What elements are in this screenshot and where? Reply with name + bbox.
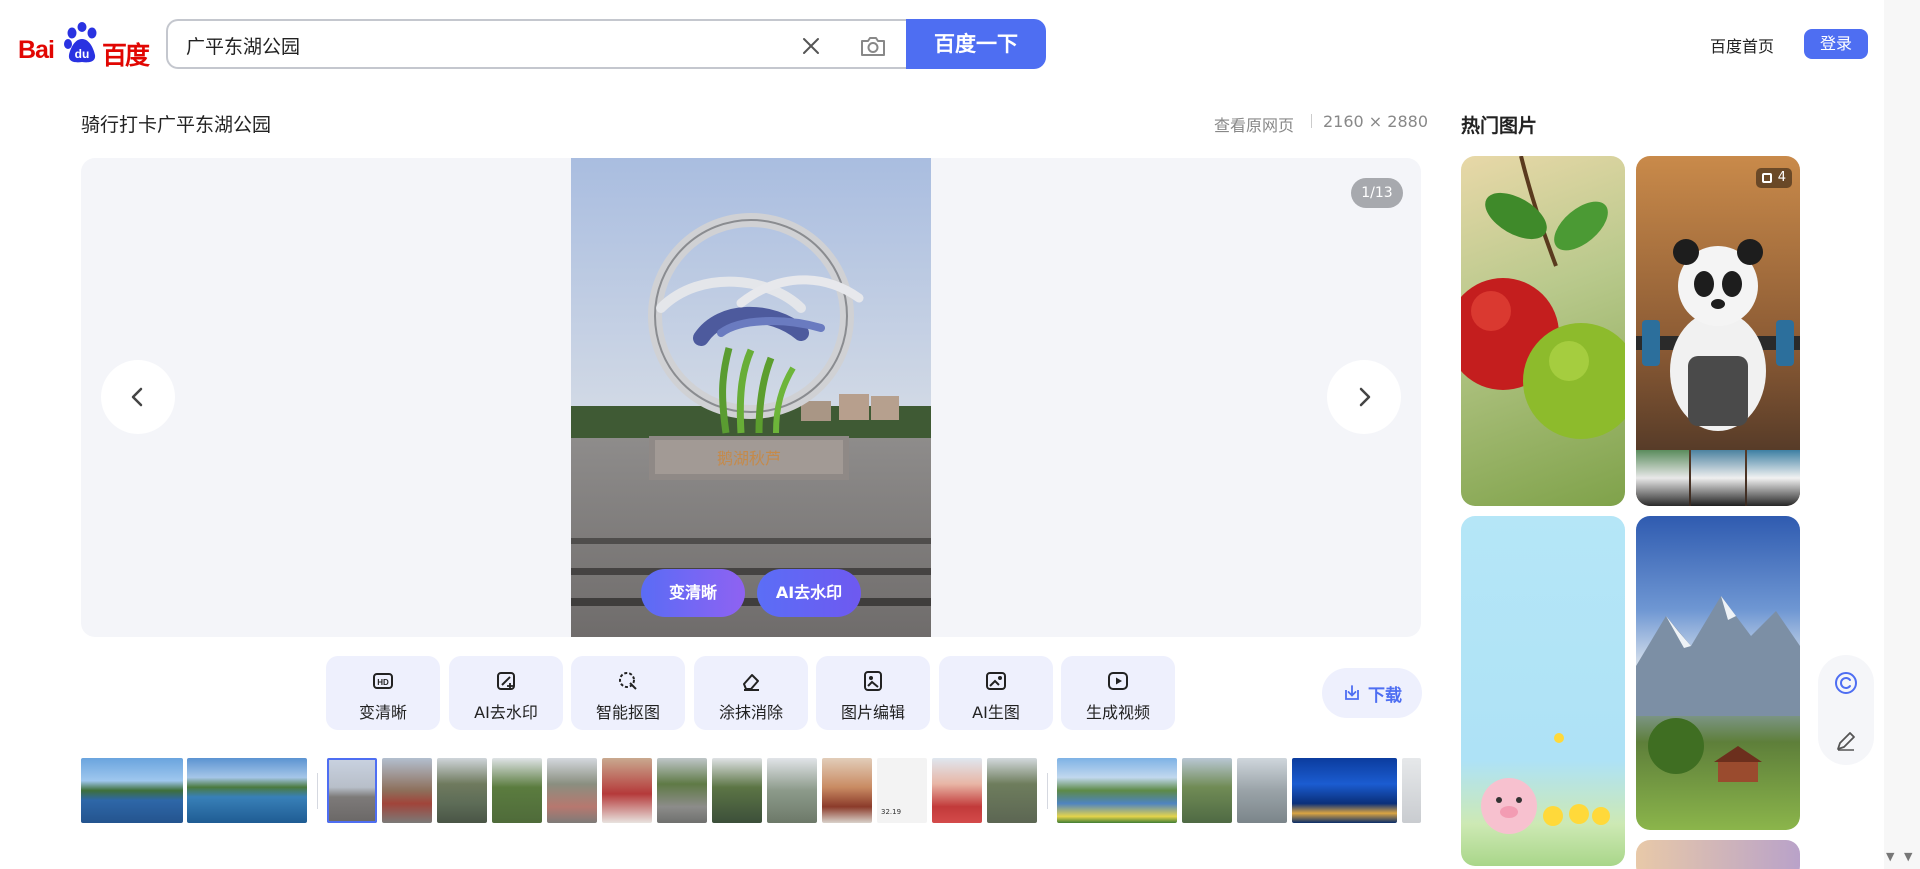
login-button[interactable]: 登录 (1804, 29, 1868, 59)
divider (1047, 773, 1048, 809)
main-image[interactable]: 鹅湖秋芦 (571, 158, 931, 637)
image-dimensions: 2160 × 2880 (1323, 112, 1429, 131)
tool-smart-cutout[interactable]: 智能抠图 (571, 656, 685, 730)
hd-icon: HD (373, 673, 393, 689)
paw-icon: du (64, 22, 97, 63)
divider (317, 773, 318, 809)
hot-images-title: 热门图片 (1461, 115, 1538, 137)
baidu-home-link[interactable]: 百度首页 (1710, 33, 1774, 57)
clarify-pill-button[interactable]: 变清晰 (641, 569, 745, 617)
tool-label: 生成视频 (1085, 703, 1150, 722)
search-input[interactable] (186, 32, 746, 58)
filmstrip-thumbnail[interactable] (657, 758, 707, 823)
filmstrip-thumbnail[interactable] (1182, 758, 1232, 823)
filmstrip-thumbnail[interactable] (767, 758, 817, 823)
clear-icon[interactable] (798, 33, 824, 59)
panda-thumbnail[interactable] (1636, 450, 1690, 506)
logo-cn-text: 百度 (102, 41, 150, 70)
tool-image-edit[interactable]: 图片编辑 (816, 656, 930, 730)
search-box (166, 19, 908, 69)
hot-image-card[interactable] (1461, 156, 1625, 506)
assistant-icon[interactable] (1834, 671, 1858, 695)
image-counter: 1/13 (1351, 178, 1403, 208)
previous-button[interactable] (101, 360, 175, 434)
next-button[interactable] (1327, 360, 1401, 434)
tool-label: 智能抠图 (595, 703, 660, 722)
tool-label: 涂抹消除 (718, 703, 783, 722)
scroll-down-arrow-icon[interactable]: ▼ (1904, 850, 1912, 863)
tool-video-generate[interactable]: 生成视频 (1061, 656, 1175, 730)
tool-label: AI去水印 (474, 703, 538, 722)
tool-ai-image[interactable]: AI生图 (939, 656, 1053, 730)
tool-label: 图片编辑 (840, 703, 905, 722)
scroll-down-arrow-icon[interactable]: ▼ (1886, 850, 1894, 863)
filmstrip-thumbnail[interactable] (1292, 758, 1397, 823)
tool-ai-watermark[interactable]: AI去水印 (449, 656, 563, 730)
hot-image-card[interactable] (1636, 840, 1800, 869)
remove-watermark-pill-button[interactable]: AI去水印 (757, 569, 861, 617)
hot-image-card[interactable] (1636, 516, 1800, 830)
gallery-count-badge: 4 (1755, 168, 1792, 188)
ai-watermark-icon (497, 672, 515, 690)
divider (1311, 114, 1312, 128)
logo-bai-text: Bai (18, 36, 55, 64)
filmstrip-thumbnail[interactable] (81, 758, 183, 823)
page: Bai du 百度 百度一下 百度首页 登录 骑行打卡广平东湖公园 查看原网页 … (0, 0, 1920, 869)
panda-thumbnail[interactable] (1691, 450, 1745, 506)
filmstrip-thumbnail[interactable] (187, 758, 307, 823)
eraser-icon (743, 674, 759, 691)
search-button[interactable]: 百度一下 (906, 19, 1046, 69)
filmstrip-thumbnail[interactable] (1057, 758, 1177, 823)
scrollbar[interactable]: ▼ ▼ (1884, 0, 1920, 869)
svg-text:HD: HD (377, 678, 389, 687)
tool-label: AI生图 (972, 703, 1020, 722)
panda-thumbnail[interactable] (1746, 450, 1800, 506)
download-label: 下载 (1368, 686, 1402, 706)
filmstrip-thumbnail[interactable] (987, 758, 1037, 823)
apple-image (1461, 156, 1625, 439)
baidu-logo[interactable]: Bai du 百度 (18, 20, 150, 70)
view-original-link[interactable]: 查看原网页 (1214, 112, 1294, 136)
cartoon-pig-image (1481, 733, 1610, 834)
thumbnail-caption: 32.19 (881, 808, 902, 816)
tool-eraser[interactable]: 涂抹消除 (694, 656, 808, 730)
filmstrip-thumbnail[interactable] (1237, 758, 1287, 823)
feedback-pencil-icon[interactable] (1834, 729, 1858, 753)
filmstrip-thumbnail[interactable] (712, 758, 762, 823)
hot-image-card[interactable]: 4 (1636, 156, 1800, 506)
filmstrip-thumbnail[interactable] (932, 758, 982, 823)
camera-icon[interactable] (858, 32, 888, 60)
mountain-landscape-image (1636, 596, 1800, 782)
image-title: 骑行打卡广平东湖公园 (81, 114, 272, 136)
float-toolbar (1818, 655, 1874, 765)
chevron-right-icon (1359, 387, 1371, 407)
image-edit-icon (864, 671, 882, 691)
image-viewer: 鹅湖秋芦 1/13 变清晰 AI去水印 (81, 158, 1421, 637)
filmstrip-thumbnail[interactable]: 32.19 (877, 758, 927, 823)
filmstrip-thumbnail[interactable] (822, 758, 872, 823)
filmstrip-thumbnail[interactable] (382, 758, 432, 823)
logo-du-text: du (75, 47, 90, 61)
smart-cutout-icon (619, 672, 637, 690)
download-icon (1345, 685, 1359, 700)
panda-thumbnail-strip (1636, 450, 1800, 506)
filmstrip-thumbnail-active[interactable] (327, 758, 377, 823)
filmstrip-thumbnail[interactable] (437, 758, 487, 823)
filmstrip-thumbnail[interactable] (1402, 758, 1421, 823)
sculpture-inscription: 鹅湖秋芦 (717, 449, 781, 468)
hot-image-card[interactable] (1461, 516, 1625, 866)
ai-image-icon (986, 672, 1006, 690)
filmstrip-thumbnail[interactable] (602, 758, 652, 823)
tool-label: 变清晰 (358, 703, 407, 722)
chevron-left-icon (131, 387, 143, 407)
video-generate-icon (1108, 672, 1128, 690)
download-button[interactable]: 下载 (1322, 668, 1422, 718)
filmstrip-thumbnail[interactable] (492, 758, 542, 823)
tool-clarify[interactable]: HD 变清晰 (326, 656, 440, 730)
filmstrip-thumbnail[interactable] (547, 758, 597, 823)
